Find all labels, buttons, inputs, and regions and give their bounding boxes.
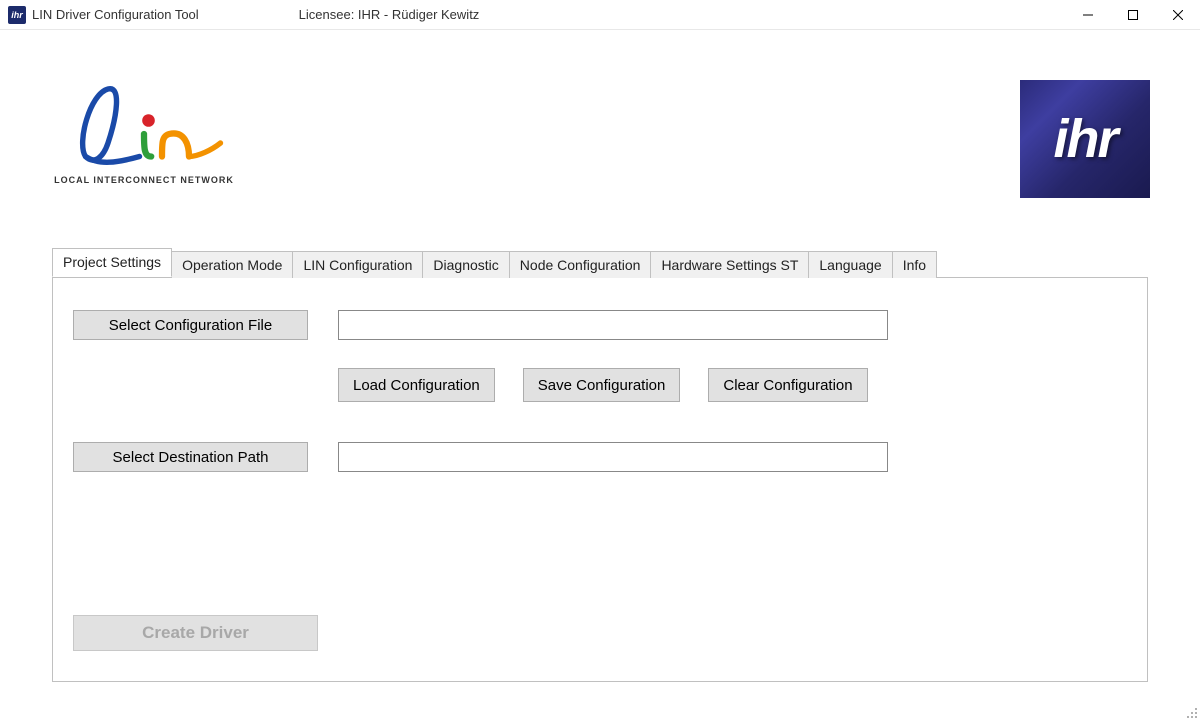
tab-node-configuration[interactable]: Node Configuration [510,251,652,278]
minimize-button[interactable] [1065,0,1110,30]
tab-project-settings[interactable]: Project Settings [52,248,172,277]
app-icon: ihr [8,6,26,24]
clear-configuration-button[interactable]: Clear Configuration [708,368,867,402]
tab-info[interactable]: Info [893,251,937,278]
tab-hardware-settings-st[interactable]: Hardware Settings ST [651,251,809,278]
window-title: LIN Driver Configuration Tool [32,7,199,22]
lin-logo-icon [54,80,234,170]
load-configuration-button[interactable]: Load Configuration [338,368,495,402]
create-driver-button: Create Driver [73,615,318,651]
tab-lin-configuration[interactable]: LIN Configuration [293,251,423,278]
lin-logo: LOCAL INTERCONNECT NETWORK [44,80,244,185]
tab-strip: Project Settings Operation Mode LIN Conf… [52,248,1168,277]
maximize-button[interactable] [1110,0,1155,30]
destination-path-input[interactable] [338,442,888,472]
tab-diagnostic[interactable]: Diagnostic [423,251,509,278]
tab-language[interactable]: Language [809,251,892,278]
select-configuration-file-button[interactable]: Select Configuration File [73,310,308,340]
lin-logo-subtitle: LOCAL INTERCONNECT NETWORK [44,175,244,185]
save-configuration-button[interactable]: Save Configuration [523,368,681,402]
tab-panel-project-settings: Select Configuration File Load Configura… [52,277,1148,682]
ihr-logo: ihr [1020,80,1150,198]
resize-grip-icon[interactable] [1182,703,1198,719]
tab-operation-mode[interactable]: Operation Mode [172,251,293,278]
licensee-text: Licensee: IHR - Rüdiger Kewitz [299,7,480,22]
window-titlebar: ihr LIN Driver Configuration Tool Licens… [0,0,1200,30]
select-destination-path-button[interactable]: Select Destination Path [73,442,308,472]
close-button[interactable] [1155,0,1200,30]
configuration-file-input[interactable] [338,310,888,340]
